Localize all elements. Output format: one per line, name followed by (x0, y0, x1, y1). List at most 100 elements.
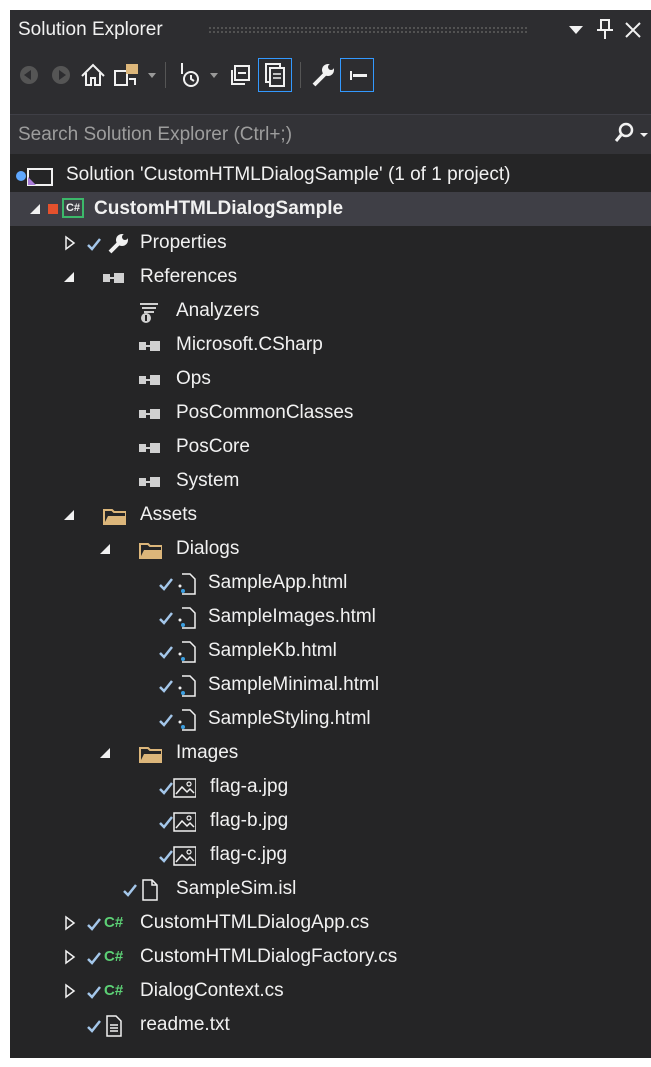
tree-item-label: flag-c.jpg (210, 844, 288, 865)
switch-views-dropdown[interactable] (142, 58, 162, 92)
file-icon (142, 879, 158, 901)
forward-button[interactable] (44, 58, 78, 92)
pending-changes-filter-button[interactable] (172, 58, 206, 92)
tree-item-reference[interactable]: System (10, 464, 651, 498)
checked-in-icon (87, 986, 101, 999)
tree-item-isl-file[interactable]: SampleSim.isl (10, 872, 651, 906)
search-options-dropdown[interactable] (638, 121, 650, 151)
pin-button[interactable] (594, 15, 616, 43)
collapsed-arrow-icon[interactable] (62, 949, 78, 965)
tree-item-project[interactable]: C# CustomHTMLDialogSample (10, 192, 651, 226)
tree-item-image-file[interactable]: flag-b.jpg (10, 804, 651, 838)
html-file-icon (178, 641, 196, 663)
tree-item-dialogs-folder[interactable]: Dialogs (10, 532, 651, 566)
build-status-icon (48, 204, 58, 214)
tree-item-label: Assets (140, 504, 198, 525)
tree-item-label: References (140, 266, 238, 287)
close-button[interactable] (622, 15, 644, 43)
properties-button[interactable] (306, 58, 340, 92)
wrench-icon (108, 234, 128, 254)
expanded-arrow-icon[interactable] (62, 507, 78, 523)
tree-item-cs-file[interactable]: C# DialogContext.cs (10, 974, 651, 1008)
html-file-icon (178, 675, 196, 697)
open-folder-icon (139, 543, 162, 559)
tree-item-label: Analyzers (176, 300, 260, 321)
collapse-all-button[interactable] (224, 58, 258, 92)
tree-item-reference[interactable]: Ops (10, 362, 651, 396)
tree-item-label: Images (176, 742, 239, 763)
tree-item-solution[interactable]: Solution 'CustomHTMLDialogSample' (1 of … (10, 158, 651, 192)
tree-item-label: Properties (140, 232, 227, 253)
expanded-arrow-icon[interactable] (62, 269, 78, 285)
checked-in-icon (87, 918, 101, 931)
tree-item-html-file[interactable]: SampleApp.html (10, 566, 651, 600)
chevron-down-icon (569, 26, 583, 34)
title-bar: Solution Explorer (10, 10, 651, 50)
assembly-reference-icon (139, 375, 160, 385)
search-input[interactable] (10, 115, 610, 155)
checked-in-icon (159, 646, 173, 659)
back-button[interactable] (12, 58, 46, 92)
home-button[interactable] (76, 58, 110, 92)
tree-item-properties[interactable]: Properties (10, 226, 651, 260)
assembly-reference-icon (139, 443, 160, 453)
show-all-files-button[interactable] (258, 58, 292, 92)
search-icon (614, 122, 634, 142)
tree-item-assets-folder[interactable]: Assets (10, 498, 651, 532)
tree-item-cs-file[interactable]: C# CustomHTMLDialogFactory.cs (10, 940, 651, 974)
tree-item-reference[interactable]: PosCommonClasses (10, 396, 651, 430)
window-position-button[interactable] (566, 15, 588, 43)
tree-item-label: DialogContext.cs (140, 980, 284, 1001)
toolbar-separator (300, 62, 301, 88)
image-file-icon (173, 778, 196, 798)
back-icon (20, 66, 38, 84)
checked-in-icon (87, 1020, 101, 1033)
tree-item-analyzers[interactable]: Analyzers (10, 294, 651, 328)
tree-item-label: flag-a.jpg (210, 776, 289, 797)
references-icon (103, 273, 124, 283)
csharp-file-icon: C# (104, 948, 124, 965)
tree-item-images-folder[interactable]: Images (10, 736, 651, 770)
tree-item-references[interactable]: References (10, 260, 651, 294)
analyzers-icon (140, 303, 158, 323)
tree-item-text-file[interactable]: readme.txt (10, 1008, 651, 1042)
tree-item-html-file[interactable]: SampleStyling.html (10, 702, 651, 736)
pin-icon (597, 19, 613, 39)
home-icon (81, 63, 105, 86)
checked-in-icon (159, 612, 173, 625)
checked-in-icon (123, 884, 137, 897)
collapsed-arrow-icon[interactable] (62, 235, 78, 251)
tree-item-label: PosCommonClasses (176, 402, 354, 423)
tree-item-label: readme.txt (140, 1014, 230, 1035)
tree-item-html-file[interactable]: SampleMinimal.html (10, 668, 651, 702)
tree-item-reference[interactable]: Microsoft.CSharp (10, 328, 651, 362)
toolbar-separator (165, 62, 166, 88)
collapsed-arrow-icon[interactable] (62, 915, 78, 931)
expanded-arrow-icon[interactable] (28, 201, 44, 217)
pending-changes-dropdown[interactable] (204, 58, 224, 92)
tree-item-html-file[interactable]: SampleKb.html (10, 634, 651, 668)
open-folder-icon (139, 747, 162, 763)
tree-item-label: Dialogs (176, 538, 240, 559)
switch-views-button[interactable] (110, 58, 144, 92)
tree-item-label: SampleApp.html (208, 572, 348, 593)
tree-item-label: CustomHTMLDialogFactory.cs (140, 946, 398, 967)
assembly-reference-icon (139, 477, 160, 487)
tree-item-image-file[interactable]: flag-c.jpg (10, 838, 651, 872)
tree-item-label: SampleKb.html (208, 640, 337, 661)
drag-grip[interactable] (208, 26, 528, 34)
tree-item-html-file[interactable]: SampleImages.html (10, 600, 651, 634)
checked-in-icon (87, 238, 101, 251)
tree-item-cs-file[interactable]: C# CustomHTMLDialogApp.cs (10, 906, 651, 940)
tree-item-reference[interactable]: PosCore (10, 430, 651, 464)
csharp-project-icon: C# (62, 198, 84, 218)
tree-item-image-file[interactable]: flag-a.jpg (10, 770, 651, 804)
collapsed-arrow-icon[interactable] (62, 983, 78, 999)
expanded-arrow-icon[interactable] (98, 745, 114, 761)
html-file-icon (178, 709, 196, 731)
panel-title: Solution Explorer (18, 19, 163, 40)
expanded-arrow-icon[interactable] (98, 541, 114, 557)
search-button[interactable] (614, 121, 636, 151)
preview-selected-items-button[interactable] (340, 58, 374, 92)
pending-changes-filter-icon (181, 63, 199, 87)
